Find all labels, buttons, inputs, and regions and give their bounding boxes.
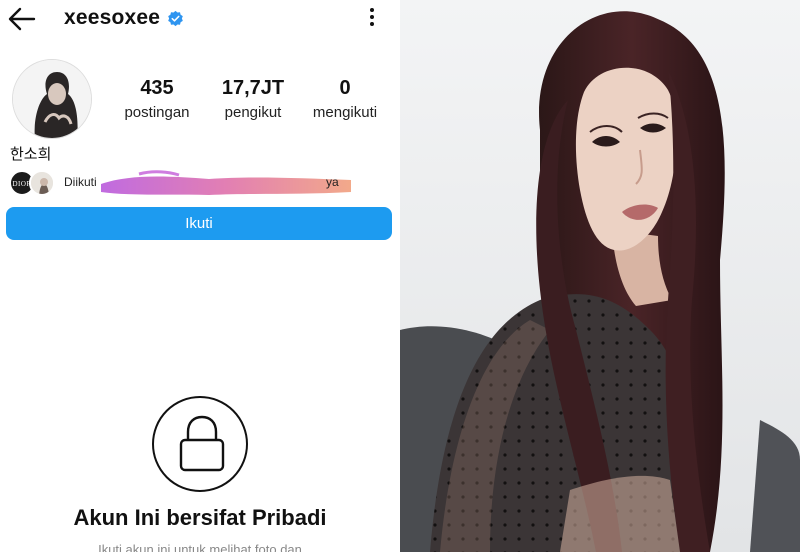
- portrait-photo: [400, 0, 800, 552]
- portrait-illustration: [400, 0, 800, 552]
- followed-by-row[interactable]: DIOR Diikuti ya: [9, 170, 369, 196]
- private-account-subtitle: Ikuti akun ini untuk melihat foto dan: [98, 542, 302, 552]
- lock-icon: [179, 415, 225, 472]
- followers-label: pengikut: [224, 104, 282, 121]
- more-vertical-icon[interactable]: [362, 6, 382, 30]
- followed-by-prefix: Diikuti: [64, 175, 97, 189]
- private-account-title: Akun Ini bersifat Pribadi: [73, 505, 327, 530]
- following-count: 0: [339, 77, 351, 99]
- followed-by-suffix: ya: [326, 175, 339, 189]
- stat-followers[interactable]: 17,7JT pengikut: [214, 77, 292, 124]
- posts-count: 435: [140, 77, 174, 99]
- back-arrow-icon[interactable]: [6, 5, 36, 33]
- followed-by-avatar-2: [29, 170, 55, 196]
- mini-avatar-photo: [31, 172, 53, 194]
- redaction-scribble: [101, 170, 351, 195]
- stat-following[interactable]: 0 mengikuti: [306, 77, 384, 124]
- username: xeesoxee: [64, 6, 161, 29]
- profile-screen: xeesoxee 435 postingan 17,7JT pengikut 0…: [0, 0, 400, 552]
- display-name: 한소희: [10, 145, 52, 163]
- private-lock-badge: [152, 396, 248, 492]
- follow-button[interactable]: Ikuti: [6, 207, 392, 240]
- avatar-photo: [13, 60, 91, 138]
- verified-badge-icon: [168, 10, 183, 26]
- profile-avatar[interactable]: [12, 59, 92, 139]
- header-title: xeesoxee: [64, 6, 184, 30]
- following-label: mengikuti: [312, 104, 378, 121]
- stat-posts[interactable]: 435 postingan: [118, 77, 196, 124]
- followers-count: 17,7JT: [221, 77, 285, 99]
- posts-label: postingan: [124, 104, 190, 121]
